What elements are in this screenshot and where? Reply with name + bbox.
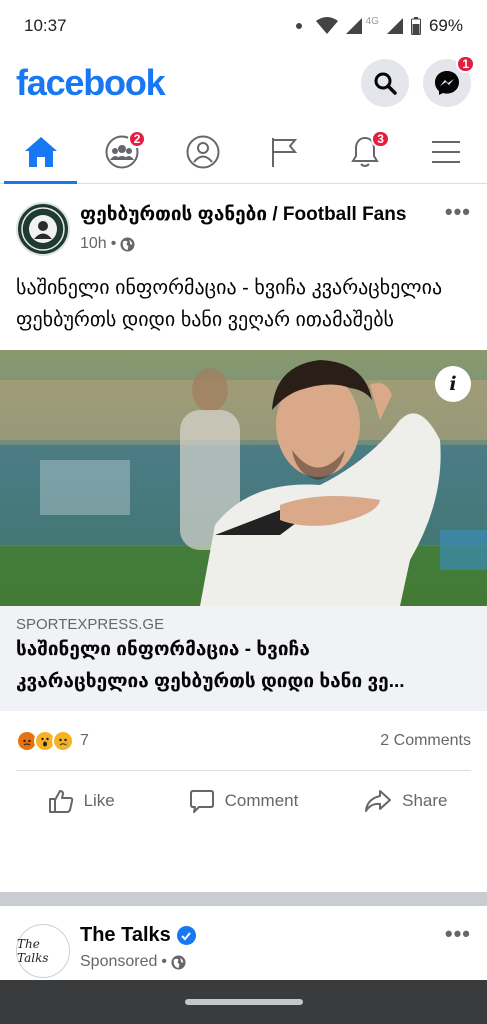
- facebook-logo[interactable]: facebook: [16, 62, 347, 104]
- club-emblem-icon: [21, 207, 65, 251]
- sponsored-page-name[interactable]: The Talks: [80, 924, 171, 947]
- separator-dot: •: [110, 235, 117, 252]
- reactions-summary: 7 2 Comments: [16, 711, 471, 771]
- reaction-icons[interactable]: [16, 729, 74, 752]
- messenger-icon: [435, 71, 459, 95]
- post-more-button[interactable]: •••: [445, 201, 471, 256]
- post-header: ფეხბურთის ფანები / Football Fans 10h • •…: [0, 186, 487, 256]
- messenger-badge: 1: [456, 55, 475, 73]
- reaction-count[interactable]: 7: [80, 732, 380, 750]
- post-time[interactable]: 10h: [80, 235, 107, 253]
- battery-percent: 69%: [428, 16, 463, 35]
- notifications-badge: 3: [371, 130, 390, 148]
- flag-icon: [272, 137, 298, 167]
- wifi-icon: [315, 17, 338, 34]
- share-label: Share: [402, 791, 448, 810]
- comment-label: Comment: [224, 791, 299, 810]
- menu-icon: [432, 140, 461, 163]
- post-meta: ფეხბურთის ფანები / Football Fans 10h •: [80, 202, 445, 256]
- main-nav: 2 3: [0, 120, 487, 184]
- sponsored-label[interactable]: Sponsored: [80, 953, 157, 971]
- search-button[interactable]: [361, 59, 409, 107]
- share-button[interactable]: Share: [325, 789, 487, 813]
- groups-badge: 2: [127, 130, 147, 148]
- profile-icon: [186, 135, 220, 168]
- feed-post: ფეხბურთის ფანები / Football Fans 10h • •…: [0, 186, 487, 831]
- post-actions: Like Comment Share: [0, 771, 487, 831]
- comment-button[interactable]: Comment: [162, 788, 324, 814]
- tab-notifications[interactable]: 3: [325, 120, 406, 183]
- tab-menu[interactable]: [406, 120, 487, 183]
- notification-dot-icon: [295, 23, 302, 29]
- like-button[interactable]: Like: [0, 788, 162, 814]
- sponsored-more-button[interactable]: •••: [445, 923, 471, 978]
- home-icon: [24, 136, 57, 167]
- system-gesture-bar: [0, 980, 487, 1024]
- page-name[interactable]: ფეხბურთის ფანები / Football Fans: [80, 202, 445, 227]
- status-time: 10:37: [24, 16, 67, 35]
- sponsored-post-meta: The Talks Sponsored •: [80, 924, 445, 978]
- link-domain: SPORTEXPRESS.GE: [16, 616, 165, 633]
- signal-icon-2: [386, 18, 403, 34]
- post-text: საშინელი ინფორმაცია - ხვიჩა კვარაცხელია …: [16, 277, 443, 331]
- separator-dot: •: [161, 953, 167, 970]
- status-bar: 10:37 4G 69%: [0, 0, 487, 52]
- link-preview-box[interactable]: SPORTEXPRESS.GE საშინელი ინფორმაცია - ხვ…: [0, 606, 487, 711]
- home-gesture-handle[interactable]: [184, 999, 303, 1005]
- network-type-label: 4G: [365, 15, 379, 27]
- link-preview-image[interactable]: i: [0, 350, 487, 606]
- football-player-photo: [0, 350, 487, 606]
- sponsored-post: The Talks The Talks Sponsored • •••: [0, 906, 487, 978]
- page-avatar[interactable]: [16, 202, 70, 256]
- the-talks-avatar[interactable]: The Talks: [16, 924, 70, 978]
- tab-pages[interactable]: [244, 120, 325, 183]
- thumbs-up-icon: [48, 790, 73, 813]
- tab-profile[interactable]: [162, 120, 243, 183]
- comment-icon: [189, 790, 214, 813]
- verified-badge-icon: [176, 926, 196, 945]
- messenger-button[interactable]: 1: [423, 55, 475, 107]
- battery-icon: [410, 17, 421, 35]
- link-title-line2: კვარაცხელია ფეხბურთს დიდი ხანი ვე...: [16, 671, 405, 692]
- signal-icon: [345, 18, 362, 34]
- link-title-line1: საშინელი ინფორმაცია - ხვიჩა: [16, 639, 310, 660]
- ad-info-button[interactable]: i: [435, 366, 471, 402]
- sponsored-subline: Sponsored •: [80, 953, 445, 971]
- tab-home[interactable]: [0, 120, 81, 184]
- post-subline: 10h •: [80, 235, 445, 253]
- tab-groups[interactable]: 2: [81, 120, 162, 183]
- globe-icon: [171, 954, 186, 970]
- search-icon: [374, 72, 397, 95]
- globe-icon: [120, 236, 135, 252]
- app-header: facebook 1: [0, 52, 487, 114]
- comment-count[interactable]: 2 Comments: [380, 732, 471, 750]
- like-label: Like: [83, 791, 115, 810]
- sponsored-page-name-row: The Talks: [80, 924, 445, 947]
- sad-reaction-icon: [52, 729, 74, 752]
- feed-separator: [0, 892, 487, 906]
- status-icons: 4G 69%: [295, 15, 463, 36]
- share-icon: [365, 790, 392, 812]
- sponsored-post-header: The Talks The Talks Sponsored • •••: [0, 906, 487, 978]
